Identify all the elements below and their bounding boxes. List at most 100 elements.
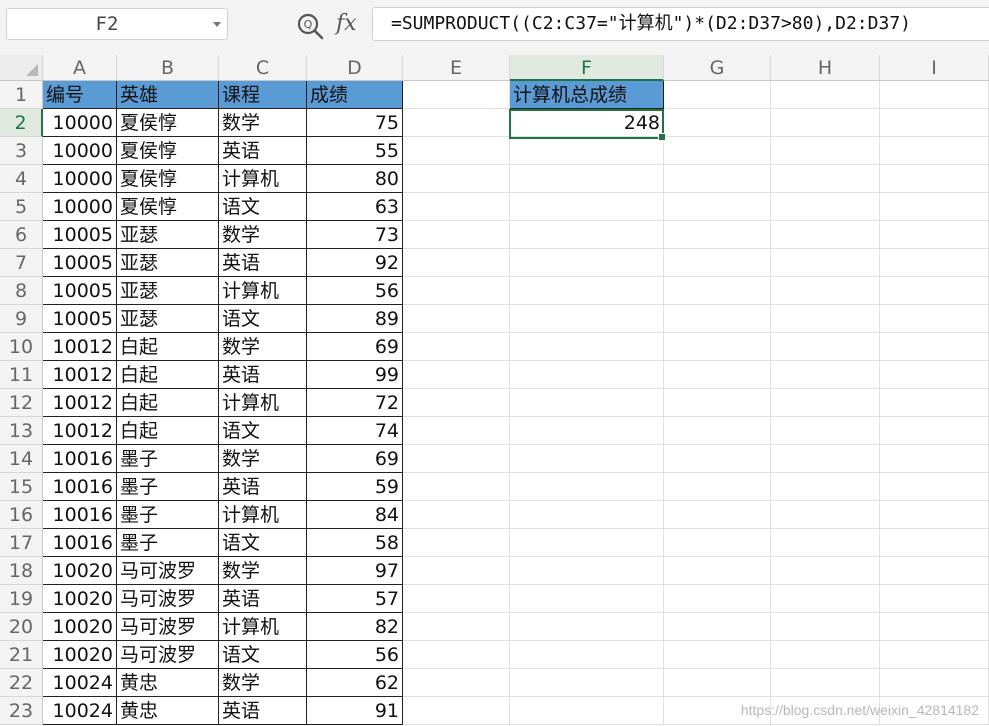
row-header-15[interactable]: 15 — [0, 473, 43, 501]
table-cell[interactable]: 白起 — [117, 417, 219, 445]
table-cell[interactable]: 计算机 — [219, 165, 307, 193]
table-cell[interactable]: 75 — [307, 109, 403, 137]
table-cell[interactable]: 数学 — [219, 221, 307, 249]
table-cell[interactable]: 69 — [307, 445, 403, 473]
table-cell[interactable]: 84 — [307, 501, 403, 529]
table-cell[interactable]: 55 — [307, 137, 403, 165]
table-cell[interactable]: 10012 — [43, 333, 117, 361]
table-cell[interactable]: 英语 — [219, 361, 307, 389]
table-cell[interactable]: 10012 — [43, 417, 117, 445]
cell-e2[interactable] — [403, 109, 510, 137]
row-header-4[interactable]: 4 — [0, 165, 43, 193]
cell-f18[interactable] — [510, 557, 664, 585]
table-cell[interactable]: 10016 — [43, 501, 117, 529]
cell-e14[interactable] — [403, 445, 510, 473]
table-cell[interactable]: 英语 — [219, 697, 307, 725]
cell-e1[interactable] — [403, 81, 510, 109]
cell-g16[interactable] — [664, 501, 771, 529]
table-cell[interactable]: 89 — [307, 305, 403, 333]
cell-h8[interactable] — [771, 277, 880, 305]
table-cell[interactable]: 语文 — [219, 641, 307, 669]
row-header-20[interactable]: 20 — [0, 613, 43, 641]
cell-i13[interactable] — [880, 417, 989, 445]
table-cell[interactable]: 计算机 — [219, 613, 307, 641]
cell-h10[interactable] — [771, 333, 880, 361]
column-header-c[interactable]: C — [219, 55, 307, 81]
cell-f6[interactable] — [510, 221, 664, 249]
cell-f19[interactable] — [510, 585, 664, 613]
cell-f23[interactable] — [510, 697, 664, 725]
table-cell[interactable]: 73 — [307, 221, 403, 249]
table-cell[interactable]: 计算机 — [219, 277, 307, 305]
table-cell[interactable]: 80 — [307, 165, 403, 193]
cell-e20[interactable] — [403, 613, 510, 641]
row-header-7[interactable]: 7 — [0, 249, 43, 277]
cell-g19[interactable] — [664, 585, 771, 613]
cell-h7[interactable] — [771, 249, 880, 277]
table-cell[interactable]: 墨子 — [117, 473, 219, 501]
table-cell[interactable]: 10012 — [43, 361, 117, 389]
cell-e6[interactable] — [403, 221, 510, 249]
table-cell[interactable]: 57 — [307, 585, 403, 613]
cell-i10[interactable] — [880, 333, 989, 361]
column-header-b[interactable]: B — [117, 55, 219, 81]
cell-f22[interactable] — [510, 669, 664, 697]
table-cell[interactable]: 数学 — [219, 333, 307, 361]
cell-e10[interactable] — [403, 333, 510, 361]
table-cell[interactable]: 91 — [307, 697, 403, 725]
table-cell[interactable]: 10020 — [43, 641, 117, 669]
table-cell[interactable]: 10016 — [43, 445, 117, 473]
cell-g21[interactable] — [664, 641, 771, 669]
table-cell[interactable]: 10000 — [43, 193, 117, 221]
table-cell[interactable]: 10005 — [43, 305, 117, 333]
table-cell[interactable]: 马可波罗 — [117, 613, 219, 641]
table-cell[interactable]: 白起 — [117, 389, 219, 417]
table-cell[interactable]: 59 — [307, 473, 403, 501]
cell-g15[interactable] — [664, 473, 771, 501]
cell-f5[interactable] — [510, 193, 664, 221]
row-header-12[interactable]: 12 — [0, 389, 43, 417]
cell-f21[interactable] — [510, 641, 664, 669]
cell-i9[interactable] — [880, 305, 989, 333]
row-header-22[interactable]: 22 — [0, 669, 43, 697]
table-cell[interactable]: 10000 — [43, 109, 117, 137]
cell-i14[interactable] — [880, 445, 989, 473]
table-cell[interactable]: 亚瑟 — [117, 305, 219, 333]
cell-h16[interactable] — [771, 501, 880, 529]
cell-g14[interactable] — [664, 445, 771, 473]
row-header-21[interactable]: 21 — [0, 641, 43, 669]
table-header-cell[interactable]: 编号 — [43, 81, 117, 109]
table-cell[interactable]: 计算机 — [219, 389, 307, 417]
cell-e16[interactable] — [403, 501, 510, 529]
table-cell[interactable]: 10024 — [43, 669, 117, 697]
cell-g17[interactable] — [664, 529, 771, 557]
table-cell[interactable]: 夏侯惇 — [117, 193, 219, 221]
table-cell[interactable]: 58 — [307, 529, 403, 557]
cell-h3[interactable] — [771, 137, 880, 165]
table-cell[interactable]: 10005 — [43, 221, 117, 249]
cell-g18[interactable] — [664, 557, 771, 585]
table-cell[interactable]: 10020 — [43, 613, 117, 641]
column-header-i[interactable]: I — [880, 55, 989, 81]
row-header-10[interactable]: 10 — [0, 333, 43, 361]
table-cell[interactable]: 82 — [307, 613, 403, 641]
cell-e9[interactable] — [403, 305, 510, 333]
cell-g12[interactable] — [664, 389, 771, 417]
cell-i5[interactable] — [880, 193, 989, 221]
cell-f12[interactable] — [510, 389, 664, 417]
row-header-5[interactable]: 5 — [0, 193, 43, 221]
cell-e7[interactable] — [403, 249, 510, 277]
table-cell[interactable]: 亚瑟 — [117, 249, 219, 277]
table-cell[interactable]: 墨子 — [117, 501, 219, 529]
table-cell[interactable]: 英语 — [219, 585, 307, 613]
cell-h20[interactable] — [771, 613, 880, 641]
cell-h4[interactable] — [771, 165, 880, 193]
column-header-g[interactable]: G — [664, 55, 771, 81]
row-header-14[interactable]: 14 — [0, 445, 43, 473]
table-cell[interactable]: 10020 — [43, 585, 117, 613]
row-header-23[interactable]: 23 — [0, 697, 43, 725]
cell-h1[interactable] — [771, 81, 880, 109]
table-cell[interactable]: 英语 — [219, 249, 307, 277]
table-cell[interactable]: 英语 — [219, 137, 307, 165]
cell-h21[interactable] — [771, 641, 880, 669]
